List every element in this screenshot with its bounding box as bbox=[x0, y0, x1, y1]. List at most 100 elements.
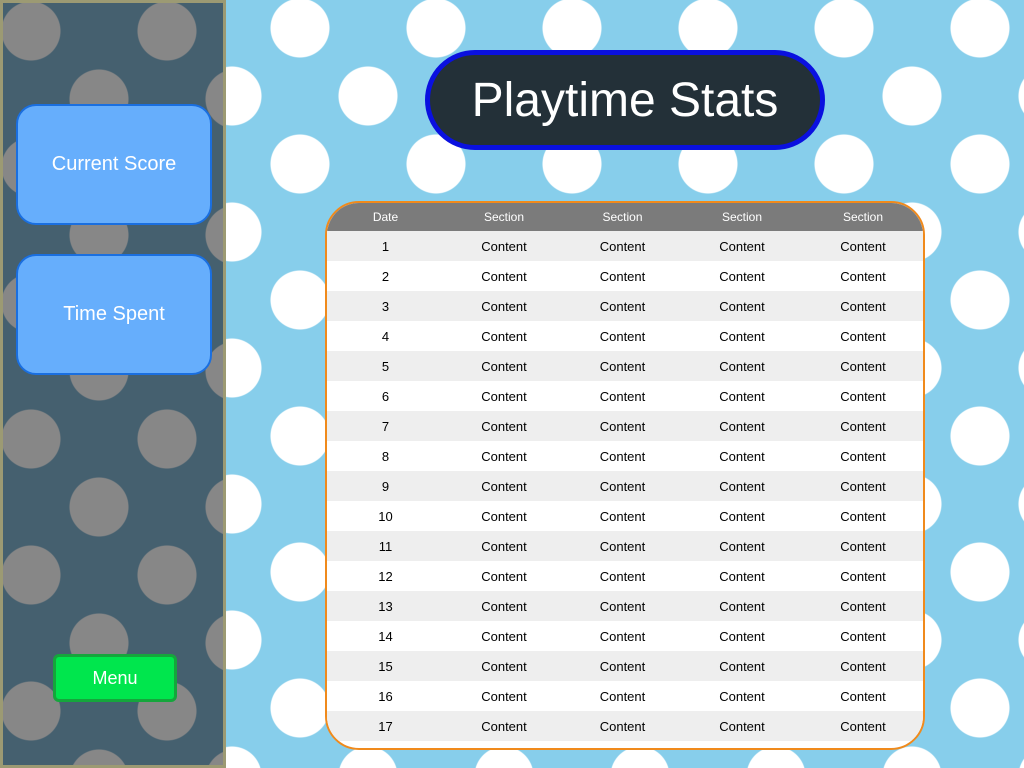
header-section-2: Section bbox=[602, 210, 643, 224]
cell: Content bbox=[481, 358, 527, 374]
cell: Content bbox=[719, 538, 765, 554]
cell: Content bbox=[599, 688, 646, 704]
cell: Content bbox=[840, 538, 886, 554]
table-header-row: Date Section Section Section Section bbox=[327, 203, 923, 231]
header-section-3: Section bbox=[721, 210, 763, 224]
table-row: 13 Content Content Content Content bbox=[327, 591, 923, 621]
table-row: 9 Content Content Content Content bbox=[327, 471, 923, 501]
cell-date: 10 bbox=[378, 508, 393, 524]
menu-label: Menu bbox=[92, 667, 138, 688]
table-row: 12 Content Content Content Content bbox=[327, 561, 923, 591]
cell: Content bbox=[840, 418, 886, 434]
cell: Content bbox=[481, 268, 527, 284]
current-score-label: Current Score bbox=[51, 153, 177, 175]
cell: Content bbox=[840, 508, 886, 524]
cell-date: 15 bbox=[378, 658, 393, 674]
cell: Content bbox=[481, 508, 527, 524]
cell: Content bbox=[840, 238, 886, 254]
cell-date: 12 bbox=[378, 568, 393, 584]
current-score-button[interactable]: Current Score bbox=[16, 104, 212, 225]
cell-date: 7 bbox=[381, 418, 390, 434]
table-row: 16 Content Content Content Content bbox=[327, 681, 923, 711]
cell: Content bbox=[481, 448, 527, 464]
cell-date: 16 bbox=[378, 688, 393, 704]
table-row: 15 Content Content Content Content bbox=[327, 651, 923, 681]
cell: Content bbox=[840, 658, 886, 674]
cell: Content bbox=[599, 388, 646, 404]
header-section-1: Section bbox=[483, 210, 525, 224]
cell-date: 2 bbox=[381, 268, 390, 284]
cell: Content bbox=[840, 328, 886, 344]
menu-button[interactable]: Menu bbox=[53, 654, 177, 702]
cell-date: 6 bbox=[381, 388, 390, 404]
table-row: 4 Content Content Content Content bbox=[327, 321, 923, 351]
cell: Content bbox=[599, 658, 646, 674]
stats-table: Date Section Section Section Section 1 Co… bbox=[325, 201, 925, 750]
table-row: 7 Content Content Content Content bbox=[327, 411, 923, 441]
cell: Content bbox=[719, 568, 765, 584]
cell: Content bbox=[719, 628, 765, 644]
cell: Content bbox=[840, 388, 886, 404]
cell: Content bbox=[719, 448, 765, 464]
cell: Content bbox=[840, 298, 886, 314]
page-title-text: Playtime Stats bbox=[471, 73, 779, 127]
cell: Content bbox=[481, 718, 527, 734]
cell: Content bbox=[719, 718, 765, 734]
cell: Content bbox=[481, 298, 527, 314]
cell: Content bbox=[599, 328, 646, 344]
table-row: 1 Content Content Content Content bbox=[327, 231, 923, 261]
table-row: 5 Content Content Content Content bbox=[327, 351, 923, 381]
cell: Content bbox=[719, 508, 765, 524]
cell: Content bbox=[840, 688, 886, 704]
cell: Content bbox=[719, 418, 765, 434]
cell-date: 14 bbox=[378, 628, 393, 644]
cell-date: 8 bbox=[381, 448, 390, 464]
cell: Content bbox=[840, 598, 886, 614]
cell: Content bbox=[599, 628, 646, 644]
time-spent-label: Time Spent bbox=[63, 303, 165, 325]
header-section-4: Section bbox=[842, 210, 884, 224]
cell-date: 3 bbox=[381, 298, 390, 314]
cell: Content bbox=[599, 598, 646, 614]
cell: Content bbox=[719, 388, 765, 404]
table-row: 11 Content Content Content Content bbox=[327, 531, 923, 561]
time-spent-button[interactable]: Time Spent bbox=[16, 254, 212, 375]
table-row: 14 Content Content Content Content bbox=[327, 621, 923, 651]
page-title: Playtime Stats bbox=[425, 50, 825, 150]
cell: Content bbox=[599, 478, 646, 494]
cell: Content bbox=[719, 328, 765, 344]
cell: Content bbox=[481, 328, 527, 344]
cell: Content bbox=[840, 268, 886, 284]
cell: Content bbox=[719, 238, 765, 254]
cell: Content bbox=[840, 628, 886, 644]
cell: Content bbox=[719, 268, 765, 284]
table-row: 6 Content Content Content Content bbox=[327, 381, 923, 411]
cell: Content bbox=[599, 268, 646, 284]
cell: Content bbox=[481, 388, 527, 404]
cell: Content bbox=[599, 448, 646, 464]
table-row: 17 Content Content Content Content bbox=[327, 711, 923, 741]
cell: Content bbox=[840, 358, 886, 374]
cell: Content bbox=[599, 298, 646, 314]
table-row: 3 Content Content Content Content bbox=[327, 291, 923, 321]
cell: Content bbox=[599, 538, 646, 554]
cell: Content bbox=[840, 568, 886, 584]
cell: Content bbox=[599, 508, 646, 524]
cell: Content bbox=[599, 238, 646, 254]
cell: Content bbox=[719, 658, 765, 674]
cell: Content bbox=[840, 478, 886, 494]
cell: Content bbox=[481, 418, 527, 434]
cell: Content bbox=[481, 478, 527, 494]
cell-date: 4 bbox=[381, 328, 390, 344]
cell: Content bbox=[481, 658, 527, 674]
cell: Content bbox=[481, 628, 527, 644]
cell: Content bbox=[599, 568, 646, 584]
cell: Content bbox=[481, 568, 527, 584]
cell-date: 13 bbox=[378, 598, 393, 614]
cell: Content bbox=[481, 688, 527, 704]
cell: Content bbox=[599, 418, 646, 434]
table-row: 8 Content Content Content Content bbox=[327, 441, 923, 471]
cell: Content bbox=[481, 238, 527, 254]
table-row: 2 Content Content Content Content bbox=[327, 261, 923, 291]
header-date: Date bbox=[372, 210, 399, 224]
